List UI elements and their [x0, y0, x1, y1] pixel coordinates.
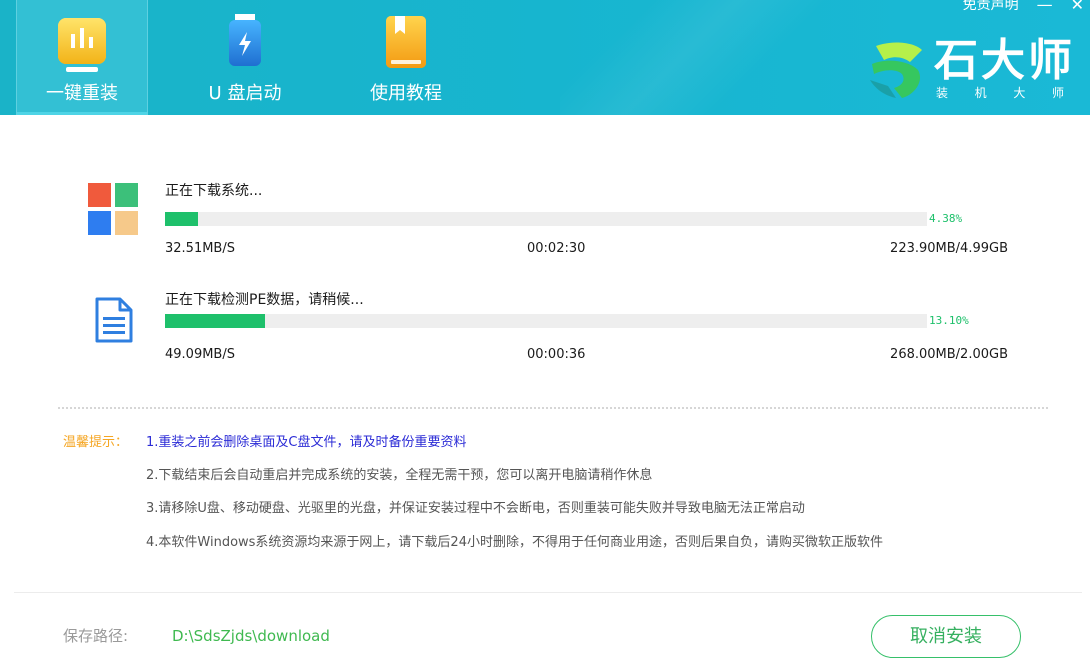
download-time-remaining: 00:02:30 [527, 241, 586, 256]
tab-one-click-reinstall[interactable]: 一键重装 [16, 0, 148, 115]
header-bar: 一键重装 U 盘启动 使用教程 免责声明 — ✕ 石大师 装 机 大 师 [0, 0, 1090, 115]
tip-item: 1.重装之前会删除桌面及C盘文件，请及时备份重要资料 [146, 435, 467, 450]
window-controls: 免责声明 — ✕ [963, 0, 1084, 14]
progress-track [165, 314, 927, 328]
brand-name: 石大师 [934, 35, 1075, 86]
logo-mark-icon [866, 40, 928, 106]
download-speed: 32.51MB/S [165, 241, 235, 256]
tab-label: U 盘启动 [208, 83, 282, 104]
usb-drive-icon [223, 14, 267, 72]
brand-logo: 石大师 装 机 大 师 [862, 36, 1072, 106]
tip-item: 3.请移除U盘、移动硬盘、光驱里的光盘，并保证安装过程中不会断电，否则重装可能失… [146, 501, 805, 516]
download-speed: 49.09MB/S [165, 347, 235, 362]
progress-percent: 13.10% [929, 314, 969, 327]
cancel-install-button[interactable]: 取消安装 [871, 615, 1021, 658]
windows-logo-icon [88, 183, 138, 239]
disclaimer-link[interactable]: 免责声明 [963, 0, 1019, 14]
tab-label: 一键重装 [46, 83, 118, 104]
brand-sub-char: 大 [1013, 86, 1026, 100]
brand-subtitle: 装 机 大 师 [936, 86, 1064, 100]
download-size: 223.90MB/4.99GB [890, 241, 1008, 256]
download-size: 268.00MB/2.00GB [890, 347, 1008, 362]
progress-fill [165, 314, 265, 328]
brand-sub-char: 师 [1051, 86, 1064, 100]
save-path-label: 保存路径: [63, 627, 129, 645]
book-icon [382, 14, 430, 74]
tip-item: 4.本软件Windows系统资源均来源于网上，请下载后24小时删除，不得用于任何… [146, 535, 883, 550]
tips-label: 温馨提示： [63, 435, 129, 450]
header-decoration [560, 0, 890, 115]
chart-bars-icon [54, 14, 110, 78]
save-path-value[interactable]: D:\SdsZjds\download [172, 626, 330, 646]
progress-percent: 4.38% [929, 212, 963, 225]
close-icon[interactable]: ✕ [1071, 0, 1084, 14]
minimize-icon[interactable]: — [1037, 0, 1053, 14]
download-title: 正在下载系统... [165, 183, 263, 199]
progress-track [165, 212, 927, 226]
brand-sub-char: 机 [974, 86, 987, 100]
tab-tutorial[interactable]: 使用教程 [341, 0, 471, 115]
installer-window: 一键重装 U 盘启动 使用教程 免责声明 — ✕ 石大师 装 机 大 师 正在下… [0, 0, 1090, 667]
tip-item: 2.下载结束后会自动重启并完成系统的安装，全程无需干预，您可以离开电脑请稍作休息 [146, 468, 653, 483]
footer-divider [14, 592, 1082, 593]
document-icon [94, 296, 134, 348]
tab-usb-boot[interactable]: U 盘启动 [180, 0, 310, 115]
dotted-divider [58, 407, 1048, 409]
tab-label: 使用教程 [370, 83, 442, 104]
download-title: 正在下载检测PE数据，请稍候... [165, 292, 364, 308]
download-time-remaining: 00:00:36 [527, 347, 586, 362]
progress-fill [165, 212, 199, 226]
brand-sub-char: 装 [936, 86, 949, 100]
